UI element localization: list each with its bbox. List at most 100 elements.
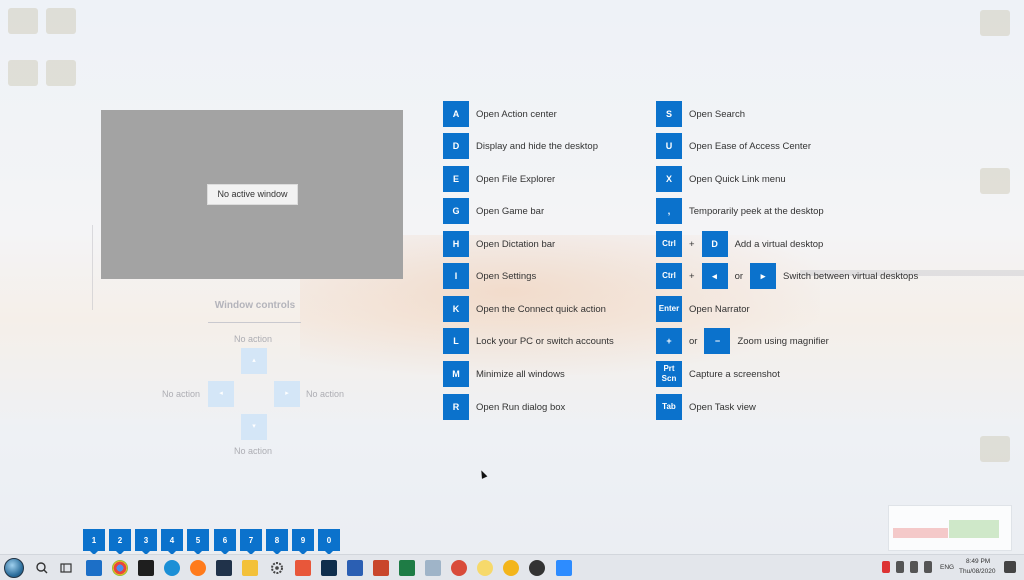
desktop-widget (888, 505, 1012, 551)
left-arrow-key-icon: ◂ (701, 263, 728, 289)
window-controls-title: Window controls (214, 300, 296, 311)
shortcut-description: Minimize all windows (476, 368, 565, 380)
shortcut-description: Temporarily peek at the desktop (689, 205, 824, 217)
desktop-icon[interactable] (980, 168, 1010, 194)
shortcut-row: I Open Settings (443, 263, 536, 289)
shortcut-key: X (656, 166, 682, 192)
no-action-top: No action (234, 334, 273, 344)
task-view-icon[interactable] (58, 560, 74, 576)
shortcut-key-tab: Tab (656, 394, 682, 420)
shortcut-key-prtscn: Prt Scn (656, 361, 682, 387)
shortcut-description: Open Search (689, 108, 745, 120)
shortcut-key-ctrl: Ctrl (656, 231, 682, 257)
shortcut-key-ctrl: Ctrl (656, 263, 682, 289)
wifi-icon[interactable] (910, 561, 918, 573)
arrow-down-icon: ▾ (241, 414, 267, 440)
tray-icon[interactable] (896, 561, 904, 573)
app-icon[interactable] (425, 560, 441, 576)
shortcut-row: M Minimize all windows (443, 361, 565, 387)
shortcut-row: S Open Search (656, 101, 745, 127)
taskbar-number-badge: 3 (135, 529, 157, 555)
taskbar-number-badge: 7 (240, 529, 262, 555)
search-icon[interactable] (34, 560, 50, 576)
shortcut-description: Open the Connect quick action (476, 303, 606, 315)
plus-operator: + (689, 270, 695, 282)
taskbar-number-badge: 8 (266, 529, 288, 555)
shortcut-row: H Open Dictation bar (443, 231, 555, 257)
kindle-icon[interactable] (216, 560, 232, 576)
shortcut-description: Open Quick Link menu (689, 173, 786, 185)
shortcut-row: G Open Game bar (443, 198, 544, 224)
file-explorer-icon[interactable] (242, 560, 258, 576)
prtscn-line1: Prt (663, 364, 675, 373)
shortcut-key: D (443, 133, 469, 159)
edge-icon[interactable] (164, 560, 180, 576)
app-icon[interactable] (503, 560, 519, 576)
shortcut-key: G (443, 198, 469, 224)
powerpoint-icon[interactable] (373, 560, 389, 576)
notification-icon[interactable] (1004, 561, 1016, 573)
widget-graph-bar (893, 528, 948, 538)
taskbar: ENG 8:49 PM Thu/08/2020 (0, 554, 1024, 580)
terminal-icon[interactable] (138, 560, 154, 576)
window-controls-divider (208, 322, 301, 323)
settings-gear-icon[interactable] (269, 560, 285, 576)
arrow-left-icon: ◂ (208, 381, 234, 407)
shortcut-row: K Open the Connect quick action (443, 296, 606, 322)
language-indicator[interactable]: ENG (940, 564, 954, 571)
volume-icon[interactable] (924, 561, 932, 573)
taskbar-number-badge: 2 (109, 529, 131, 555)
excel-icon[interactable] (399, 560, 415, 576)
clock-time[interactable]: 8:49 PM (966, 558, 990, 565)
desktop-icon[interactable] (46, 8, 76, 34)
right-arrow-key-icon: ▸ (750, 263, 777, 289)
desktop-icon[interactable] (8, 60, 38, 86)
taskbar-number-badge: 4 (161, 529, 183, 555)
shortcut-key: K (443, 296, 469, 322)
shortcut-row: Prt Scn Capture a screenshot (656, 361, 780, 387)
shortcut-key: U (656, 133, 682, 159)
photoshop-icon[interactable] (321, 560, 337, 576)
shortcut-row: R Open Run dialog box (443, 394, 565, 420)
shortcut-key: , (656, 198, 682, 224)
shortcut-description: Add a virtual desktop (734, 238, 824, 250)
shortcut-description: Capture a screenshot (689, 368, 780, 380)
no-active-window-label: No active window (207, 184, 298, 205)
no-action-right: No action (306, 389, 345, 399)
start-button[interactable] (4, 558, 24, 578)
app-icon[interactable] (529, 560, 545, 576)
shortcut-description: Open File Explorer (476, 173, 556, 185)
lightbulb-icon[interactable] (477, 560, 493, 576)
taskbar-number-badge: 6 (214, 529, 236, 555)
clock-date[interactable]: Thu/08/2020 (959, 568, 996, 575)
word-icon[interactable] (347, 560, 363, 576)
shortcut-description: Open Settings (476, 270, 537, 282)
shortcut-key: E (443, 166, 469, 192)
plus-operator: + (689, 238, 695, 250)
desktop-icon[interactable] (46, 60, 76, 86)
office-icon[interactable] (295, 560, 311, 576)
taskbar-number-badge: 9 (292, 529, 314, 555)
shortcut-key: L (443, 328, 469, 354)
minus-key: − (704, 328, 731, 354)
tray-icon[interactable] (882, 561, 890, 573)
zoom-icon[interactable] (556, 560, 572, 576)
no-action-bottom: No action (234, 446, 273, 456)
shortcut-key: R (443, 394, 469, 420)
outlook-icon[interactable] (86, 560, 102, 576)
shortcut-row: , Temporarily peek at the desktop (656, 198, 824, 224)
shortcut-key: D (701, 231, 728, 257)
shortcut-description: Open Dictation bar (476, 238, 556, 250)
shortcut-row: U Open Ease of Access Center (656, 133, 811, 159)
app-icon[interactable] (451, 560, 467, 576)
no-action-left: No action (162, 389, 201, 399)
desktop-icon[interactable] (980, 436, 1010, 462)
prtscn-line2: Scn (661, 374, 677, 383)
shortcut-description: Open Action center (476, 108, 557, 120)
desktop-icon[interactable] (980, 10, 1010, 36)
desktop-icon[interactable] (8, 8, 38, 34)
chrome-icon[interactable] (112, 560, 128, 576)
shortcut-row: A Open Action center (443, 101, 557, 127)
shortcut-description: Open Narrator (689, 303, 750, 315)
firefox-icon[interactable] (190, 560, 206, 576)
